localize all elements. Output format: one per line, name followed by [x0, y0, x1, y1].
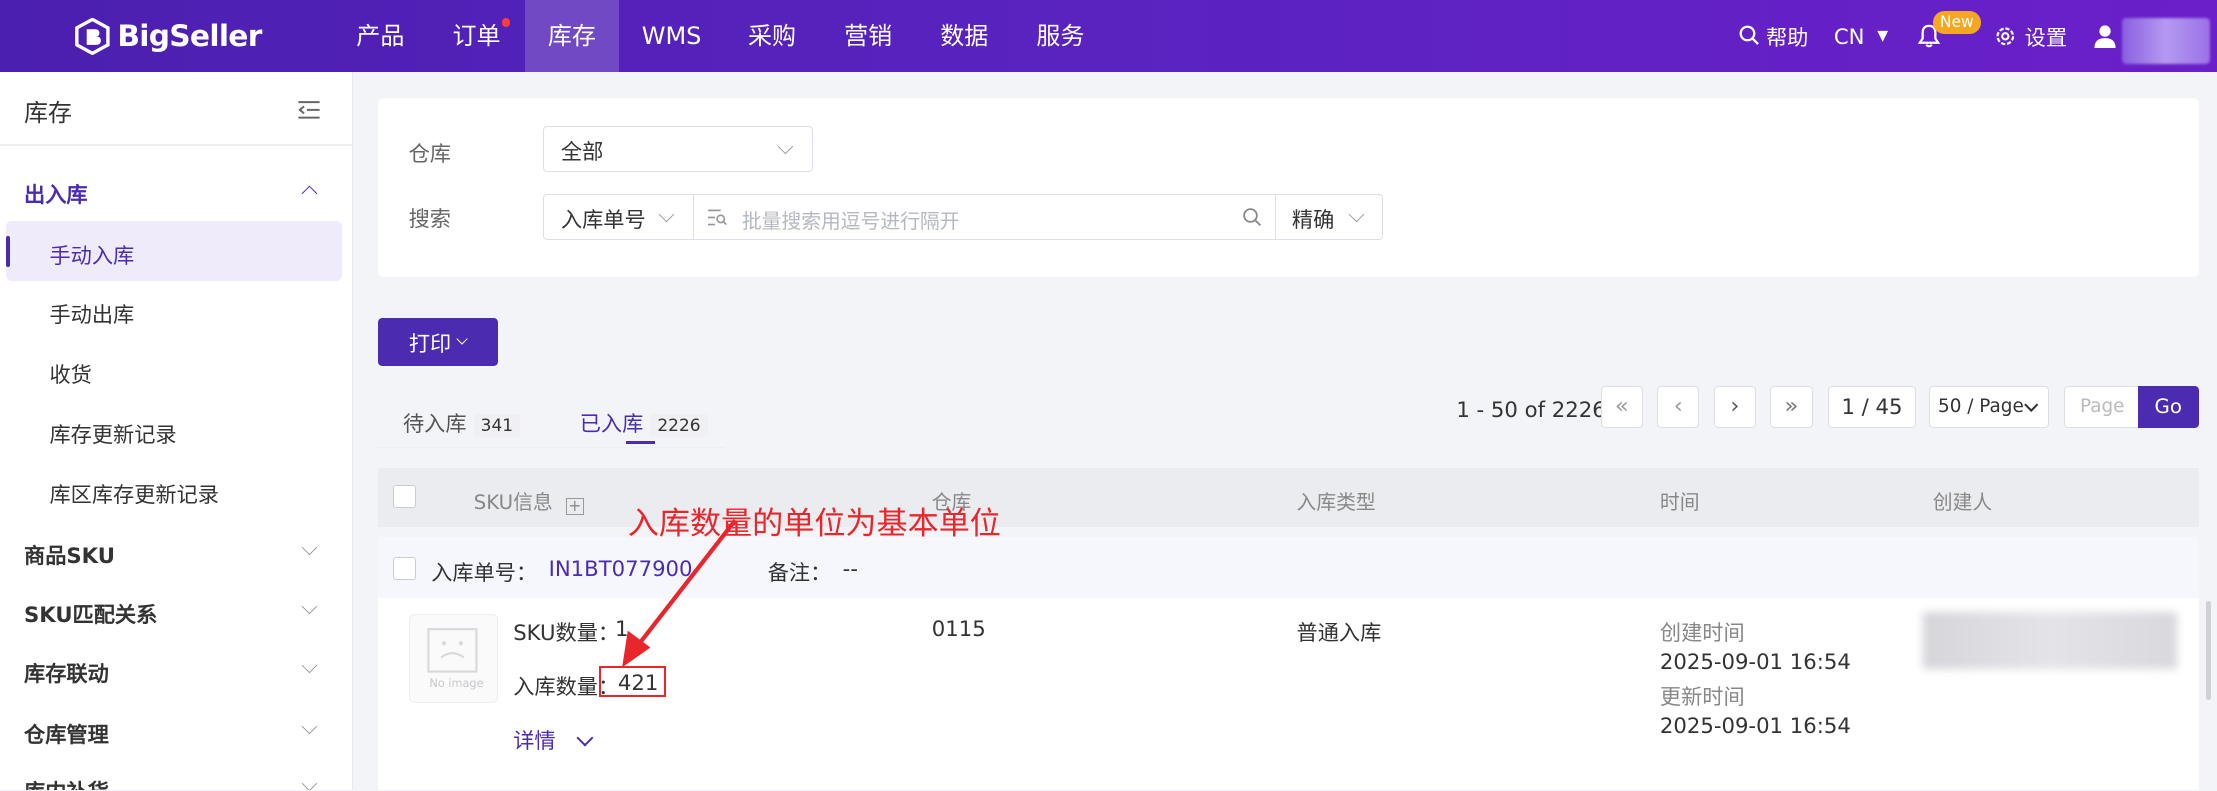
annotation-arrow — [622, 519, 737, 668]
app-root: BigSeller 产品 订单 库存 WMS 采购 营销 数据 服务 帮助 CN… — [0, 0, 2217, 791]
